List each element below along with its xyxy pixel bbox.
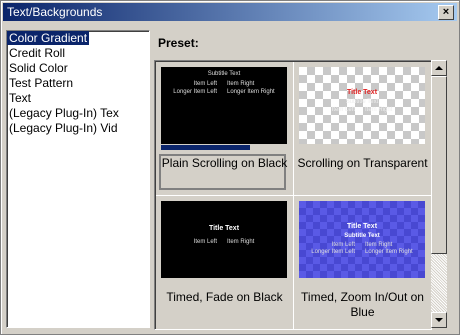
thumb-text: Item Right: [227, 239, 255, 245]
thumb-text: Longer Item Right: [365, 249, 413, 255]
list-item-legacy-text[interactable]: (Legacy Plug-In) Tex: [7, 106, 149, 121]
scroll-down-button[interactable]: [431, 312, 447, 328]
preset-caption: Timed, Fade on Black: [166, 290, 283, 304]
thumb-text: Title Text: [208, 225, 240, 232]
scroll-thumb[interactable]: [431, 76, 447, 254]
list-item-solid-color[interactable]: Solid Color: [7, 61, 149, 76]
scroll-up-button[interactable]: [431, 60, 447, 76]
preview-progress-bar: [161, 145, 251, 150]
title-bar[interactable]: Text/Backgrounds ×: [3, 3, 457, 21]
thumb-text: Item Right: [365, 242, 393, 248]
preset-label: Preset:: [158, 36, 199, 50]
thumb-text: Longer Item Left: [311, 249, 355, 255]
list-item-legacy-video[interactable]: (Legacy Plug-In) Vid: [7, 121, 149, 136]
thumb-text: Title Text: [346, 223, 378, 230]
preset-scrollbar[interactable]: [431, 60, 447, 328]
preset-caption: Scrolling on Transparent: [297, 156, 428, 170]
thumb-text: Subtitle Text: [344, 233, 380, 239]
thumb-text: Item Left: [331, 242, 355, 248]
thumb-text: Longer Item Right: [227, 89, 275, 95]
preset-thumbnail: Subtitle Text Item Left Item Right Longer…: [161, 67, 287, 144]
preset-tile-scrolling-transparent[interactable]: Title Text Subtitle Text Item Left Item R…: [294, 62, 431, 195]
thumb-text: Item Left: [193, 81, 217, 87]
list-item-color-gradient[interactable]: Color Gradient: [7, 31, 149, 46]
preset-thumbnail: Title Text Item Left Item Right: [161, 201, 287, 278]
preset-thumbnail: Title Text Subtitle Text Item Left Item R…: [299, 67, 425, 144]
thumb-text: Longer Item Left: [173, 89, 217, 95]
close-button[interactable]: ×: [438, 5, 454, 20]
preset-thumbnail: Title Text Subtitle Text Item Left Item R…: [299, 201, 425, 278]
arrow-down-icon: [435, 318, 443, 322]
preset-tile-plain-scrolling-black[interactable]: Subtitle Text Item Left Item Right Longer…: [156, 62, 293, 195]
thumb-text: Item Left: [193, 239, 217, 245]
preset-caption: Timed, Zoom In/Out on Blue: [301, 290, 424, 319]
thumb-text: Subtitle Text: [207, 71, 241, 77]
thumb-text: Item Right: [227, 81, 255, 87]
close-icon: ×: [442, 6, 450, 18]
window-title: Text/Backgrounds: [7, 5, 103, 19]
thumb-text: Item Right: [365, 107, 393, 113]
preset-tile-timed-fade-black[interactable]: Title Text Item Left Item Right Timed, Fa…: [156, 196, 293, 329]
thumb-text: Item Left: [331, 107, 355, 113]
list-item-test-pattern[interactable]: Test Pattern: [7, 76, 149, 91]
list-item-text[interactable]: Text: [7, 91, 149, 106]
arrow-up-icon: [435, 66, 443, 70]
media-generator-list[interactable]: Color Gradient Credit Roll Solid Color T…: [6, 30, 150, 328]
thumb-text: Title Text: [346, 89, 378, 96]
preset-caption: Plain Scrolling on Black: [161, 156, 288, 170]
preset-grid: Subtitle Text Item Left Item Right Longer…: [154, 60, 432, 330]
thumb-text: Subtitle Text: [345, 99, 379, 105]
list-item-credit-roll[interactable]: Credit Roll: [7, 46, 149, 61]
preset-tile-timed-zoom-blue[interactable]: Title Text Subtitle Text Item Left Item R…: [294, 196, 431, 329]
